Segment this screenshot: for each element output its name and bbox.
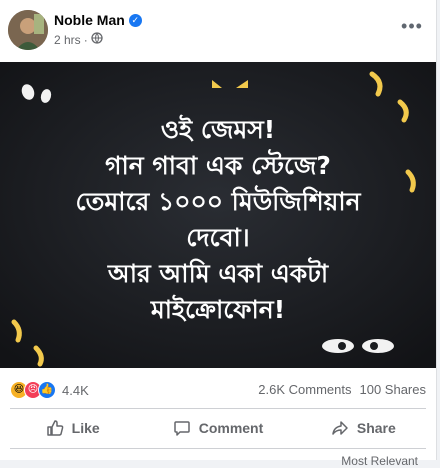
shares-count[interactable]: 100 Shares <box>360 382 427 397</box>
share-button[interactable]: Share <box>291 410 436 446</box>
meme-line: ওই জেমস! <box>160 115 276 144</box>
meme-line: তেমারে ১০০০ মিউজিশিয়ান <box>75 187 361 216</box>
meme-text: ওই জেমস! গান গাবা এক স্টেজে? তেমারে ১০০০… <box>0 112 436 328</box>
reactions-summary[interactable]: 😆 😠 👍 4.4K <box>10 381 89 399</box>
post-meta: 2 hrs · <box>54 32 103 47</box>
verified-badge-icon: ✓ <box>128 13 142 27</box>
action-bar: Like Comment Share <box>0 410 436 446</box>
post-header: Noble Man ✓ 2 hrs · ••• <box>0 0 436 62</box>
share-icon <box>332 421 348 435</box>
globe-icon <box>91 32 103 47</box>
comment-icon <box>173 421 190 436</box>
meme-line: গান গাবা এক স্টেজে? <box>105 151 331 180</box>
post-image[interactable]: ওই জেমস! গান গাবা এক স্টেজে? তেমারে ১০০০… <box>0 62 436 368</box>
post-stats: 😆 😠 👍 4.4K 2.6K Comments 100 Shares <box>0 370 436 408</box>
post-time[interactable]: 2 hrs <box>54 33 81 47</box>
post-card: Noble Man ✓ 2 hrs · ••• ওই জেমস! গান গাব… <box>0 0 437 468</box>
like-icon: 👍 <box>38 381 56 399</box>
share-label: Share <box>356 420 396 436</box>
like-button[interactable]: Like <box>0 410 145 446</box>
meme-line: মাইক্রোফোন! <box>150 295 286 324</box>
comment-label: Comment <box>198 420 264 436</box>
author-name[interactable]: Noble Man <box>54 12 125 28</box>
comments-count[interactable]: 2.6K Comments <box>258 382 351 397</box>
reaction-count: 4.4K <box>62 382 89 398</box>
author-row: Noble Man ✓ <box>54 12 142 28</box>
comment-sort-dropdown[interactable]: Most Relevant <box>341 454 418 468</box>
avatar[interactable] <box>8 10 48 50</box>
more-options-icon[interactable]: ••• <box>398 14 426 42</box>
comment-button[interactable]: Comment <box>145 410 290 446</box>
divider <box>10 448 426 449</box>
like-label: Like <box>71 420 100 436</box>
engagement-counts: 2.6K Comments 100 Shares <box>258 382 426 397</box>
meme-line: দেবো। <box>186 223 250 252</box>
divider <box>10 408 426 409</box>
meme-line: আর আমি একা একটা <box>107 259 329 288</box>
thumbs-up-icon <box>46 420 63 436</box>
